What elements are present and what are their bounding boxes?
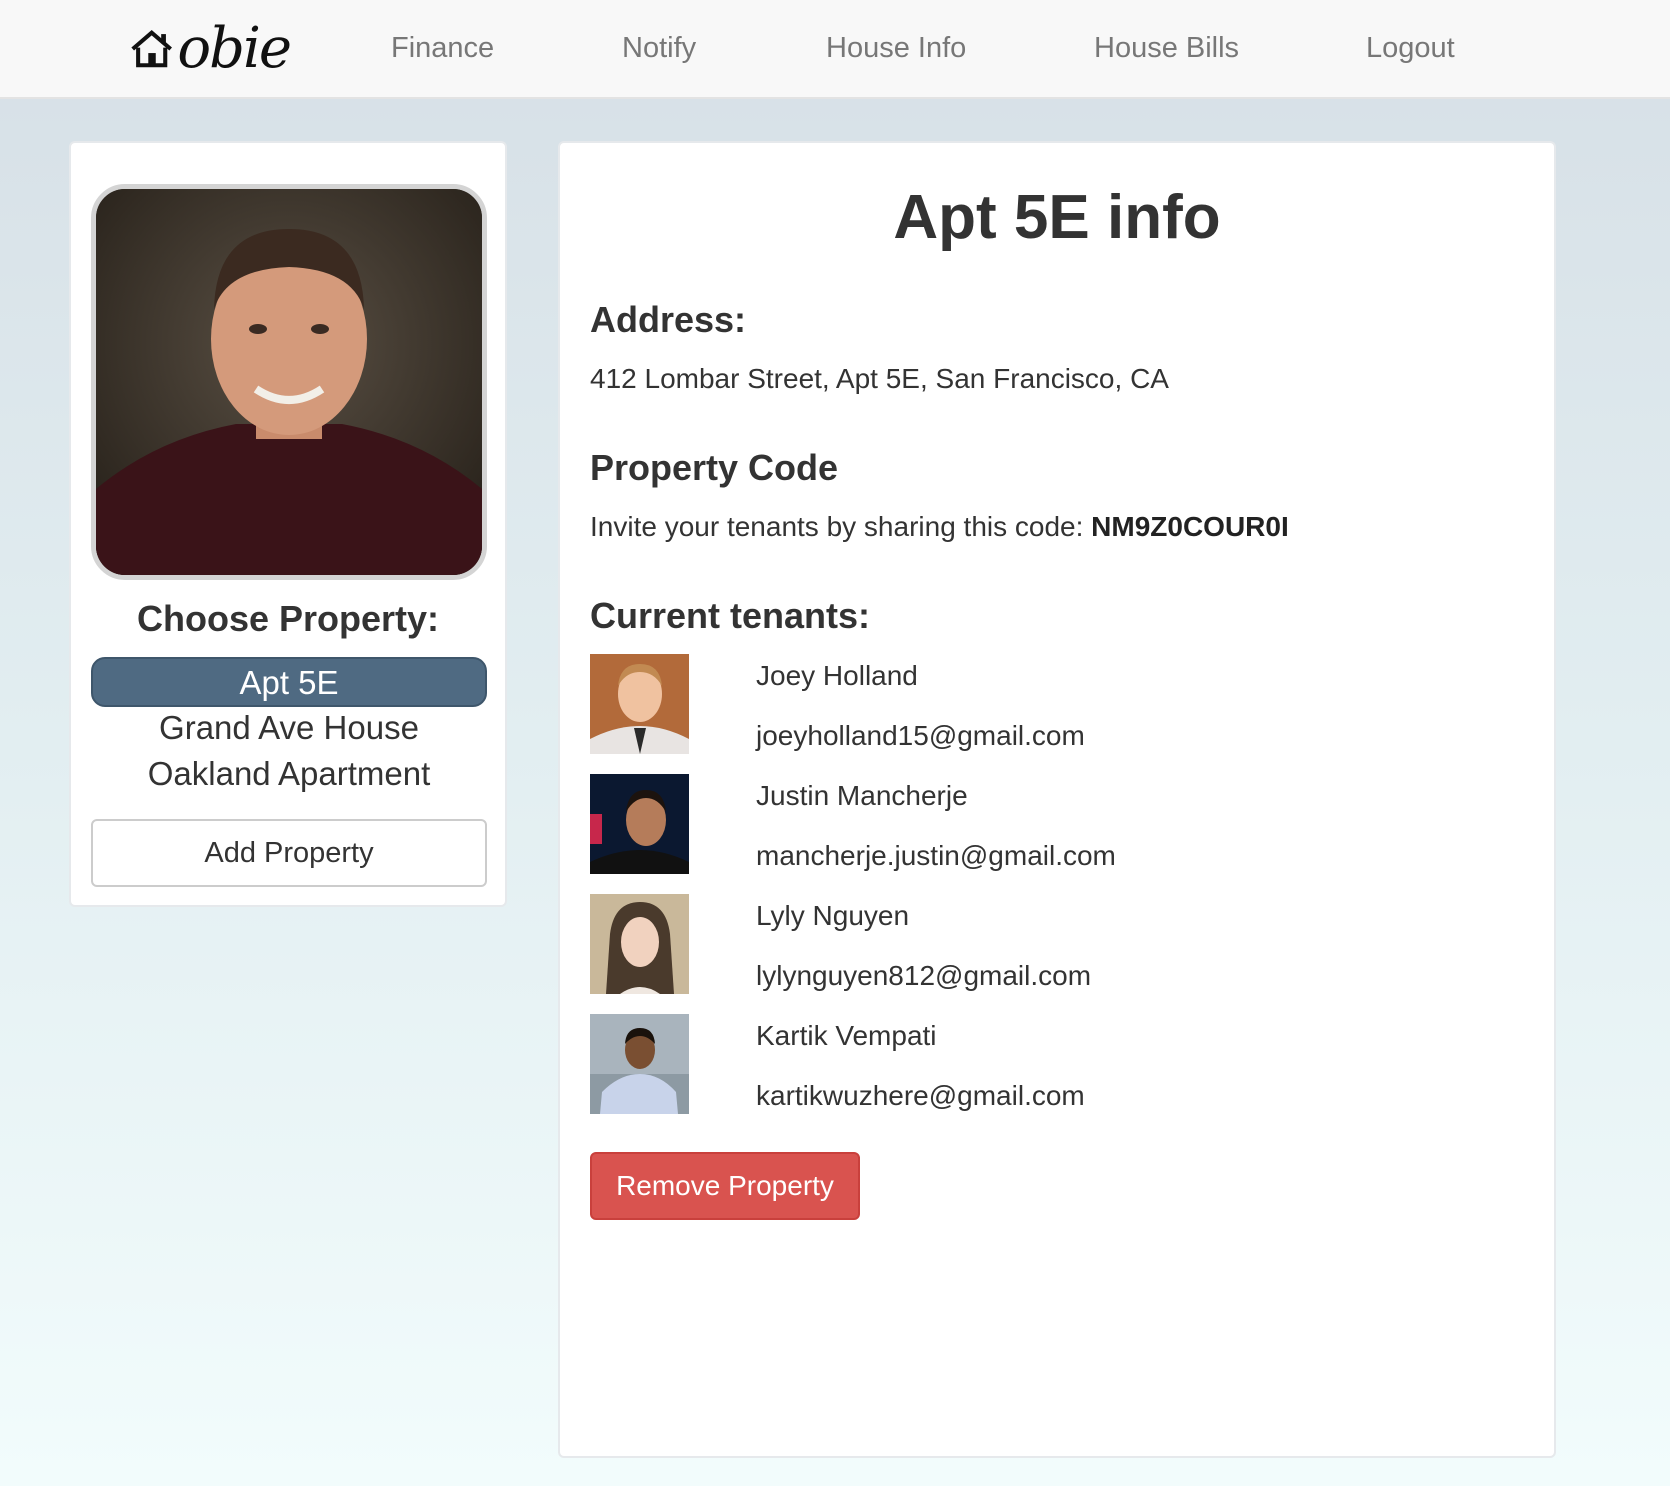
tenant-name: Justin Mancherje <box>756 780 968 811</box>
property-info-panel: Apt 5E info Address: 412 Lombar Street, … <box>558 141 1556 1458</box>
property-sidebar: Choose Property: Apt 5E Grand Ave House … <box>69 141 507 907</box>
navbar: obie Finance Notify House Info House Bil… <box>0 0 1670 99</box>
tenant-avatar <box>590 1014 689 1114</box>
tenant-avatar <box>590 654 689 754</box>
nav-finance[interactable]: Finance <box>391 30 494 66</box>
address-heading: Address: <box>590 299 747 340</box>
obie-logo[interactable]: obie <box>130 16 292 81</box>
property-code-heading: Property Code <box>590 447 839 488</box>
tenant-avatar <box>590 894 689 994</box>
tenant-name: Kartik Vempati <box>756 1020 937 1051</box>
user-avatar <box>91 184 487 580</box>
logo-wordmark: obie <box>177 16 292 81</box>
nav-house-bills[interactable]: House Bills <box>1094 30 1239 66</box>
property-code-value: NM9Z0COUR0I <box>1091 511 1289 542</box>
tenant-email: mancherje.justin@gmail.com <box>756 840 1116 871</box>
property-code-prefix: Invite your tenants by sharing this code… <box>590 511 1092 542</box>
add-property-button[interactable]: Add Property <box>91 819 487 887</box>
nav-notify[interactable]: Notify <box>622 30 696 66</box>
nav-logout[interactable]: Logout <box>1366 30 1455 66</box>
tenant-avatar <box>590 774 689 874</box>
property-item-grand-ave-house[interactable]: Grand Ave House <box>91 704 487 754</box>
tenant-name: Joey Holland <box>756 660 918 691</box>
tenant-email: kartikwuzhere@gmail.com <box>756 1080 1085 1111</box>
tenant-name: Lyly Nguyen <box>756 900 910 931</box>
nav-house-info[interactable]: House Info <box>826 30 966 66</box>
property-item-apt-5e[interactable]: Apt 5E <box>91 657 487 707</box>
tenants-heading: Current tenants: <box>590 595 871 636</box>
page-title: Apt 5E info <box>893 183 1221 252</box>
choose-property-heading: Choose Property: <box>136 598 440 639</box>
property-item-oakland-apartment[interactable]: Oakland Apartment <box>91 750 487 800</box>
house-icon <box>131 30 172 68</box>
tenant-email: joeyholland15@gmail.com <box>756 720 1085 751</box>
remove-property-button[interactable]: Remove Property <box>590 1152 860 1220</box>
tenant-email: lylynguyen812@gmail.com <box>756 960 1092 991</box>
property-code-text: Invite your tenants by sharing this code… <box>590 511 1289 543</box>
address-value: 412 Lombar Street, Apt 5E, San Francisco… <box>590 363 1169 394</box>
